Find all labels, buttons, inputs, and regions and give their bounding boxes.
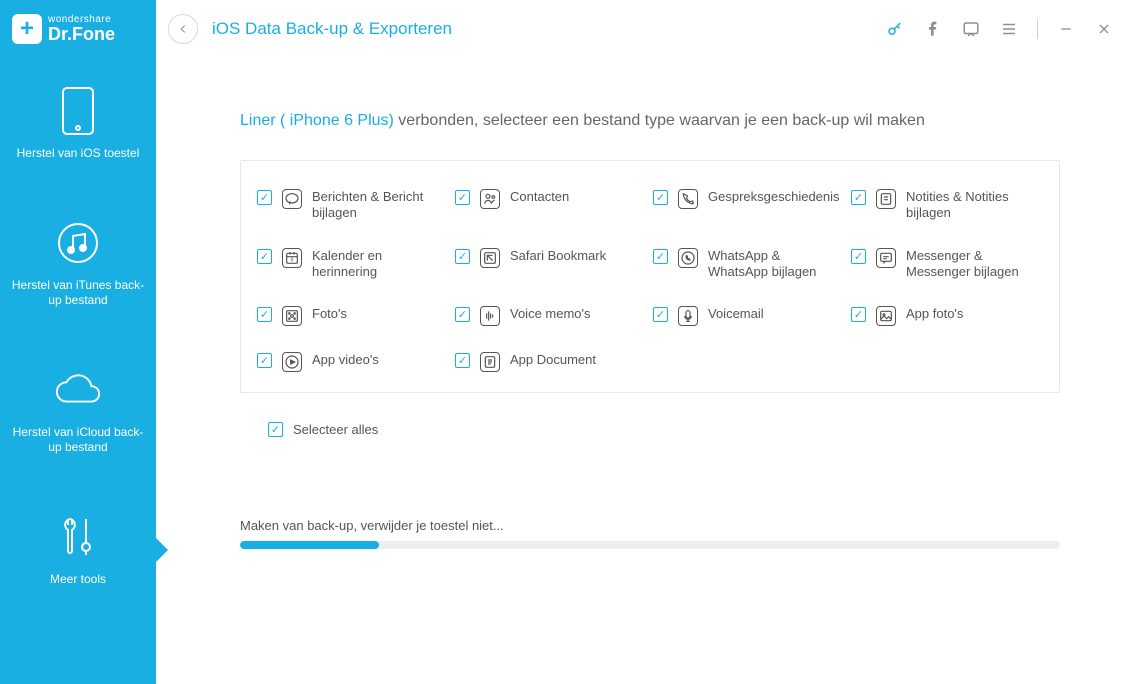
- option-checkbox[interactable]: ✓: [851, 249, 866, 264]
- option-label: Voicemail: [708, 306, 764, 322]
- device-name: Liner ( iPhone 6 Plus): [240, 112, 394, 129]
- option-checkbox[interactable]: ✓: [257, 249, 272, 264]
- option-checkbox[interactable]: ✓: [257, 307, 272, 322]
- option-item[interactable]: ✓ 6 Kalender en herinnering: [257, 248, 445, 281]
- sidebar-item-label: Meer tools: [50, 572, 106, 588]
- sidebar: Herstel van iOS toestel Herstel van iTun…: [0, 58, 156, 684]
- option-checkbox[interactable]: ✓: [455, 249, 470, 264]
- description-suffix: verbonden, selecteer een bestand type wa…: [394, 112, 925, 129]
- option-item[interactable]: ✓ App foto's: [851, 306, 1039, 326]
- sidebar-item-label: Herstel van iOS toestel: [17, 146, 140, 162]
- sidebar-item-icloud[interactable]: Herstel van iCloud back-up bestand: [0, 365, 156, 456]
- photos-icon: [282, 306, 302, 326]
- appdoc-icon: [480, 352, 500, 372]
- option-checkbox[interactable]: ✓: [851, 307, 866, 322]
- feedback-icon[interactable]: [961, 20, 981, 38]
- back-button[interactable]: [168, 14, 198, 44]
- option-label: Notities & Notities bijlagen: [906, 189, 1026, 222]
- description: Liner ( iPhone 6 Plus) verbonden, select…: [240, 112, 1060, 130]
- voice-icon: [480, 306, 500, 326]
- appphotos-icon: [876, 306, 896, 326]
- option-checkbox[interactable]: ✓: [257, 353, 272, 368]
- option-item[interactable]: ✓ Messenger & Messenger bijlagen: [851, 248, 1039, 281]
- option-checkbox[interactable]: ✓: [653, 190, 668, 205]
- progress-text: Maken van back-up, verwijder je toestel …: [240, 518, 1060, 533]
- option-item[interactable]: ✓ App video's: [257, 352, 445, 372]
- option-label: Safari Bookmark: [510, 248, 606, 264]
- sidebar-item-label: Herstel van iTunes back-up bestand: [10, 278, 146, 309]
- options-panel: ✓Berichten & Bericht bijlagen✓Contacten✓…: [240, 160, 1060, 393]
- page-title: iOS Data Back-up & Exporteren: [212, 19, 452, 39]
- option-label: Contacten: [510, 189, 569, 205]
- option-checkbox[interactable]: ✓: [455, 353, 470, 368]
- sidebar-item-label: Herstel van iCloud back-up bestand: [10, 425, 146, 456]
- main-panel: Liner ( iPhone 6 Plus) verbonden, select…: [156, 58, 1124, 684]
- progress-bar: [240, 541, 1060, 549]
- option-label: Gespreksgeschiedenis: [708, 189, 828, 205]
- option-item[interactable]: ✓ Notities & Notities bijlagen: [851, 189, 1039, 222]
- option-label: App video's: [312, 352, 379, 368]
- voicemail-icon: [678, 306, 698, 326]
- sidebar-item-itunes[interactable]: Herstel van iTunes back-up bestand: [0, 218, 156, 309]
- option-label: App Document: [510, 352, 596, 368]
- option-checkbox[interactable]: ✓: [653, 307, 668, 322]
- option-label: App foto's: [906, 306, 963, 322]
- option-label: Berichten & Bericht bijlagen: [312, 189, 432, 222]
- sidebar-item-more-tools[interactable]: Meer tools: [40, 512, 116, 588]
- option-item[interactable]: ✓ WhatsApp & WhatsApp bijlagen: [653, 248, 841, 281]
- option-item[interactable]: ✓ Voicemail: [653, 306, 841, 326]
- option-item[interactable]: ✓ App Document: [455, 352, 643, 372]
- sidebar-item-ios-recover[interactable]: Herstel van iOS toestel: [7, 86, 150, 162]
- option-label: WhatsApp & WhatsApp bijlagen: [708, 248, 828, 281]
- phone-icon: [53, 86, 103, 136]
- option-checkbox[interactable]: ✓: [455, 190, 470, 205]
- close-button[interactable]: [1094, 21, 1114, 37]
- whatsapp-icon: [678, 248, 698, 268]
- tools-icon: [53, 512, 103, 562]
- calendar-icon: 6: [282, 248, 302, 268]
- notes-icon: [876, 189, 896, 209]
- appvideos-icon: [282, 352, 302, 372]
- callhistory-icon: [678, 189, 698, 209]
- select-all-checkbox[interactable]: ✓: [268, 422, 283, 437]
- itunes-icon: [53, 218, 103, 268]
- option-checkbox[interactable]: ✓: [455, 307, 470, 322]
- option-item[interactable]: ✓ Foto's: [257, 306, 445, 326]
- select-all-label: Selecteer alles: [293, 422, 378, 437]
- option-label: Kalender en herinnering: [312, 248, 432, 281]
- option-label: Voice memo's: [510, 306, 591, 322]
- option-item[interactable]: ✓ Berichten & Bericht bijlagen: [257, 189, 445, 222]
- select-all[interactable]: ✓ Selecteer alles: [268, 421, 1060, 437]
- brand-bottom: Dr.Fone: [48, 25, 115, 43]
- progress-block: Maken van back-up, verwijder je toestel …: [240, 518, 1060, 549]
- contacts-icon: [480, 189, 500, 209]
- minimize-button[interactable]: [1056, 21, 1076, 37]
- option-label: Messenger & Messenger bijlagen: [906, 248, 1026, 281]
- option-item[interactable]: ✓ Gespreksgeschiedenis: [653, 189, 841, 222]
- option-item[interactable]: ✓ Voice memo's: [455, 306, 643, 326]
- option-item[interactable]: ✓ Contacten: [455, 189, 643, 222]
- option-checkbox[interactable]: ✓: [257, 190, 272, 205]
- messenger-icon: [876, 248, 896, 268]
- menu-icon[interactable]: [999, 20, 1019, 38]
- option-item[interactable]: ✓ Safari Bookmark: [455, 248, 643, 281]
- cloud-icon: [53, 365, 103, 415]
- chat-icon: [282, 189, 302, 209]
- key-icon[interactable]: [885, 20, 905, 38]
- logo: + wondershare Dr.Fone: [0, 0, 156, 58]
- titlebar-divider: [1037, 19, 1038, 39]
- option-checkbox[interactable]: ✓: [653, 249, 668, 264]
- progress-fill: [240, 541, 379, 549]
- option-label: Foto's: [312, 306, 347, 322]
- logo-plus-icon: +: [12, 14, 42, 44]
- svg-text:6: 6: [291, 257, 294, 263]
- titlebar: + wondershare Dr.Fone iOS Data Back-up &…: [0, 0, 1124, 58]
- safari-icon: [480, 248, 500, 268]
- facebook-icon[interactable]: [923, 21, 943, 37]
- option-checkbox[interactable]: ✓: [851, 190, 866, 205]
